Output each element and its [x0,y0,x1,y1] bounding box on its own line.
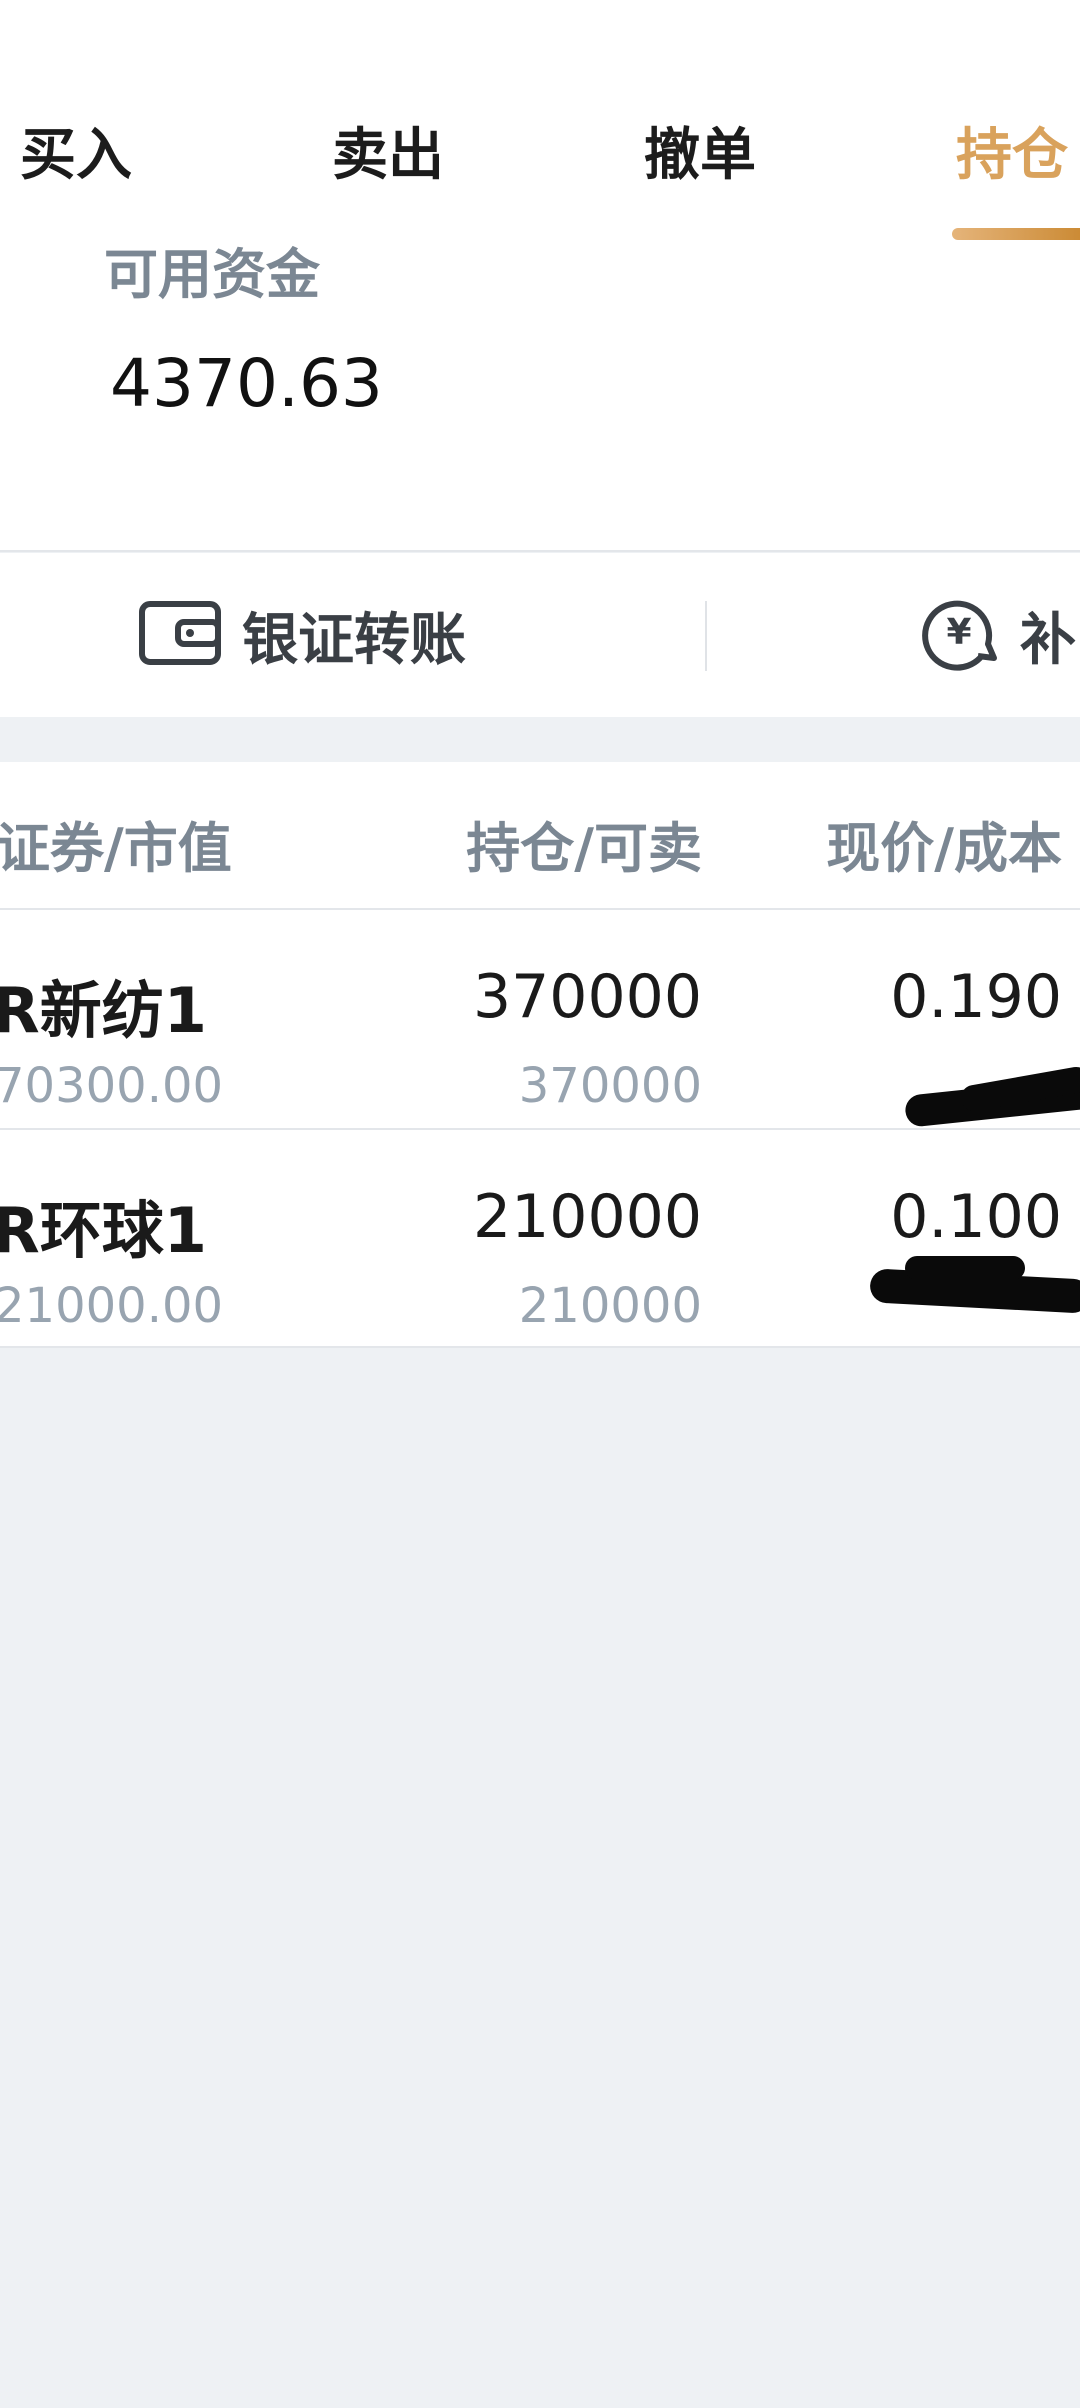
current-price: 0.100 [890,1182,1062,1252]
tab-buy[interactable]: 买入 [20,110,132,191]
tab-cancel[interactable]: 撤单 [644,110,756,191]
top-panel: 买入 卖出 撤单 持仓 可用资金 4370.63 [0,0,1080,550]
supplement-button[interactable]: ¥ 补 [918,553,1076,717]
position-qty: 210000 [472,1182,702,1252]
available-funds-value: 4370.63 [110,345,383,422]
row-divider [0,1346,1080,1348]
divider [0,550,1080,552]
svg-text:¥: ¥ [946,612,971,653]
holdings-table: 证券/市值 持仓/可卖 现价/成本 R新纺1 70300.00 370000 3… [0,762,1080,1348]
security-name: R新纺1 [0,974,207,1047]
tab-sell[interactable]: 卖出 [332,110,444,191]
wallet-icon [138,598,222,672]
current-price: 0.190 [890,962,1062,1032]
supplement-label: 补 [1020,607,1076,673]
header-security: 证券/市值 [0,817,232,880]
redaction-mark [905,1256,1025,1280]
position-qty: 370000 [472,962,702,1032]
security-name: R环球1 [0,1194,207,1267]
action-separator [705,601,707,671]
market-value: 70300.00 [0,1058,224,1114]
bank-transfer-button[interactable]: 银证转账 [138,553,466,717]
yen-circle-icon: ¥ [918,592,1000,678]
table-row[interactable]: R环球1 21000.00 210000 210000 0.100 [0,1130,1080,1348]
table-row[interactable]: R新纺1 70300.00 370000 370000 0.190 [0,910,1080,1128]
sellable-qty: 210000 [518,1278,702,1334]
tab-positions[interactable]: 持仓 [956,110,1068,191]
available-funds-label: 可用资金 [104,243,320,306]
header-price: 现价/成本 [826,817,1062,880]
sellable-qty: 370000 [518,1058,702,1114]
bank-transfer-label: 银证转账 [242,607,466,673]
header-position: 持仓/可卖 [466,817,702,880]
action-bar: 银证转账 ¥ 补 [0,553,1080,717]
market-value: 21000.00 [0,1278,224,1334]
active-tab-indicator [952,228,1080,240]
